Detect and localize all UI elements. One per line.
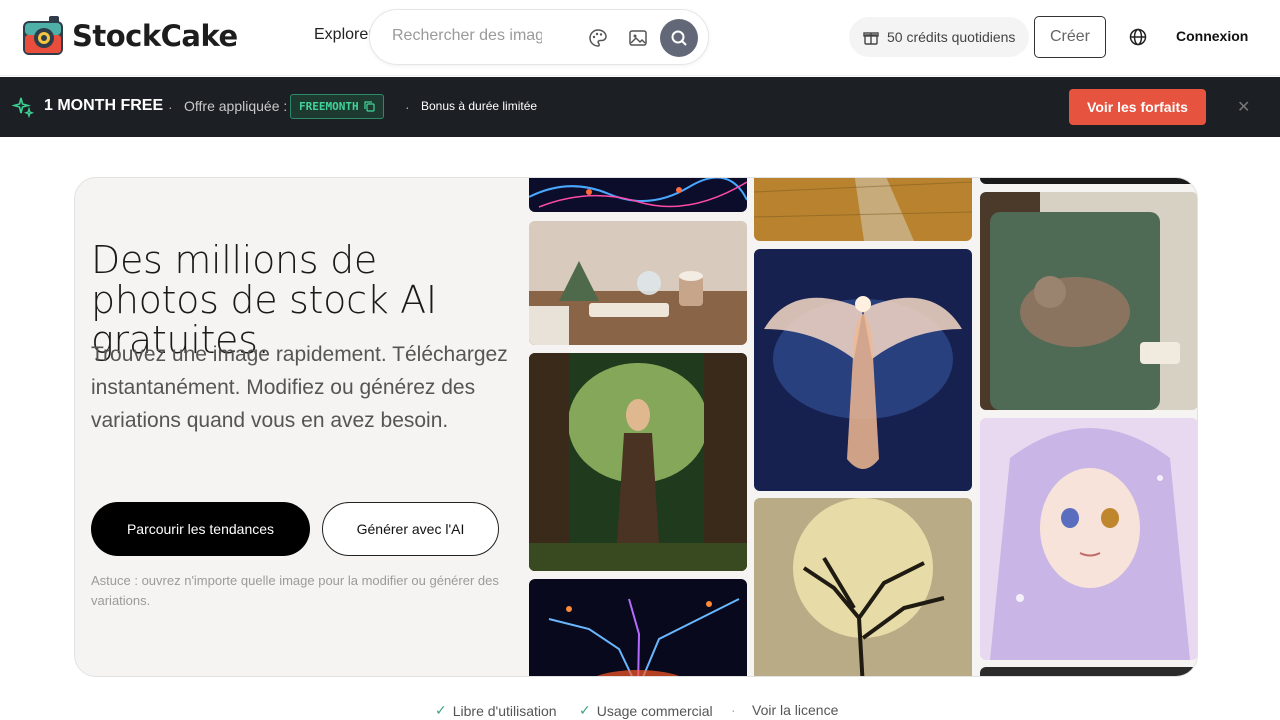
search-bar [369, 9, 709, 65]
view-license-link[interactable]: Voir la licence [752, 702, 838, 718]
search-submit-button[interactable] [660, 19, 698, 57]
gallery-image-moon-tree[interactable] [754, 498, 972, 676]
search-input[interactable] [392, 27, 542, 45]
view-plans-button[interactable]: Voir les forfaits [1069, 89, 1206, 125]
promo-bonus: Bonus à durée limitée [421, 99, 538, 113]
separator-dot: · [405, 99, 410, 115]
separator-dot: · [731, 702, 736, 718]
gallery-image-cozy-table[interactable] [529, 221, 747, 345]
gallery-image-lightning[interactable] [529, 579, 747, 676]
credits-label: 50 crédits quotidiens [887, 29, 1016, 45]
create-button[interactable]: Créer [1034, 16, 1106, 58]
free-use-label: Libre d'utilisation [452, 702, 557, 719]
commercial-use-item: ✓ Usage commercial [579, 702, 713, 719]
gallery-image-wheat-field[interactable] [754, 178, 972, 241]
brand-logo[interactable]: StockCake [22, 15, 238, 57]
daily-credits-button[interactable]: 50 crédits quotidiens [849, 17, 1030, 57]
check-icon: ✓ [579, 702, 591, 718]
explore-label: Explorer [314, 26, 374, 43]
palette-icon[interactable] [588, 28, 608, 48]
separator-dot: · [168, 99, 173, 115]
gallery-image-dark-bottom[interactable] [980, 667, 1197, 676]
promo-code-badge[interactable]: FREEMONTH [290, 94, 384, 119]
check-icon: ✓ [435, 702, 447, 718]
top-header: StockCake Explorer 50 crédits quotidiens… [0, 0, 1280, 76]
promo-applied-label: Offre appliquée : [184, 98, 288, 114]
promo-banner: 1 MONTH FREE · Offre appliquée : FREEMON… [0, 77, 1280, 137]
login-link[interactable]: Connexion [1176, 28, 1248, 44]
hero-subtitle: Trouvez une image rapidement. Télécharge… [91, 343, 508, 432]
license-bar: ✓ Libre d'utilisation ✓ Usage commercial… [0, 700, 1280, 720]
hero-card: Des millions de photos de stock AI gratu… [74, 177, 1198, 677]
copy-icon [364, 101, 375, 112]
browse-trending-button[interactable]: Parcourir les tendances [91, 502, 310, 556]
gallery-image-phoenix[interactable] [754, 249, 972, 491]
free-use-item: ✓ Libre d'utilisation [435, 702, 557, 719]
gift-icon [863, 32, 879, 45]
sparkle-icon [12, 97, 34, 118]
commercial-label: Usage commercial [596, 702, 713, 719]
globe-icon[interactable] [1128, 27, 1148, 47]
camera-cake-icon [22, 15, 66, 57]
gallery-image-dark-top[interactable] [980, 178, 1197, 184]
promo-code: FREEMONTH [299, 100, 359, 113]
close-icon[interactable]: ✕ [1237, 97, 1250, 117]
gallery-image-anime-girl[interactable] [980, 418, 1197, 660]
gallery-image-forest-warrior[interactable] [529, 353, 747, 571]
search-icon [671, 30, 687, 46]
generate-ai-button[interactable]: Générer avec l'AI [322, 502, 499, 556]
brand-name: StockCake [72, 19, 238, 53]
promo-title: 1 MONTH FREE [44, 97, 164, 114]
image-search-icon[interactable] [628, 28, 648, 48]
gallery-image-cat-armchair[interactable] [980, 192, 1197, 410]
hero-tip: Astuce : ouvrez n'importe quelle image p… [91, 573, 499, 608]
gallery-image-electric[interactable] [529, 178, 747, 212]
